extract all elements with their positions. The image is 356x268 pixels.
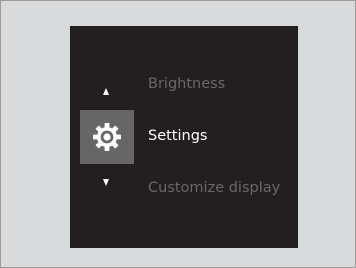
menu-item-customize-display[interactable]: Customize display [148, 179, 280, 197]
menu-screen: Brightness Settings Customize display [70, 26, 298, 248]
scroll-up-arrow-icon[interactable] [103, 88, 109, 95]
gear-icon [93, 123, 121, 151]
display-frame: Brightness Settings Customize display [0, 0, 356, 268]
scroll-down-arrow-icon[interactable] [103, 179, 109, 186]
menu-item-settings[interactable]: Settings [148, 127, 207, 145]
selected-item-icon-tile [80, 110, 134, 164]
menu-item-brightness[interactable]: Brightness [148, 75, 225, 93]
